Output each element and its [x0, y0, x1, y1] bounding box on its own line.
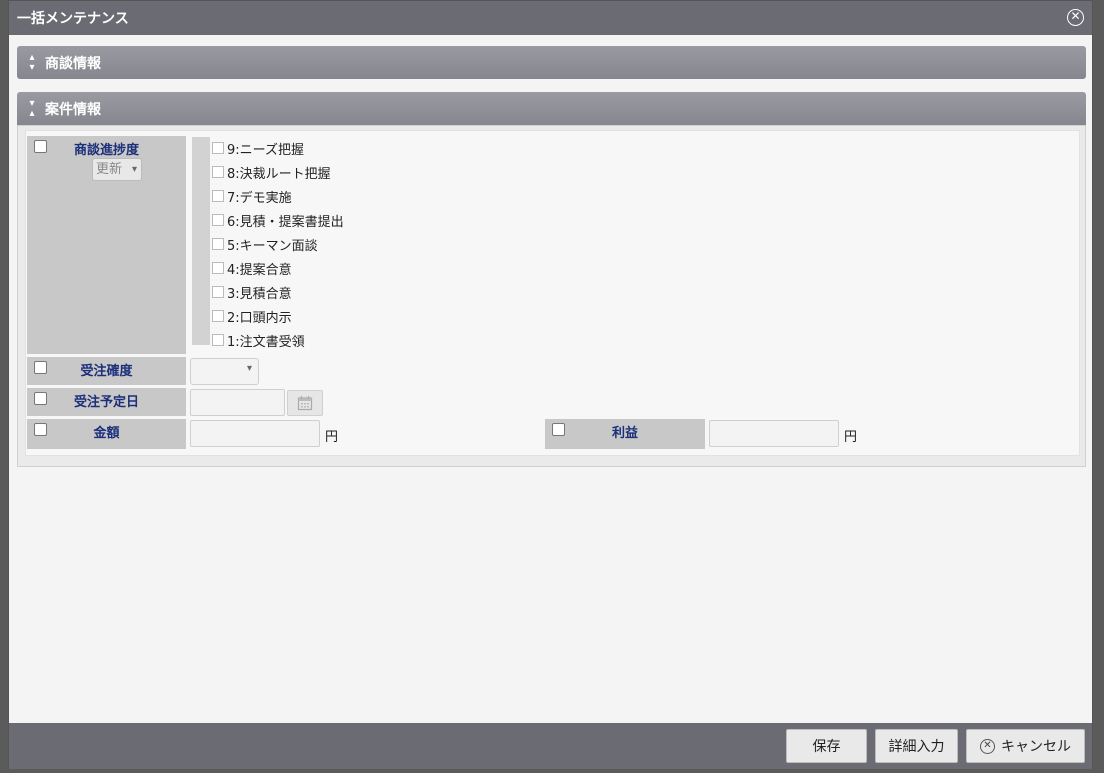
section-case-header[interactable]: ▾ ▴ 案件情報 [17, 92, 1086, 125]
stage-checkbox[interactable] [212, 166, 224, 178]
bulk-maintenance-dialog: 一括メンテナンス ✕ ▴▾ 商談情報 ▾▴ 案件情報 商談進捗度 更新 ▾ [8, 0, 1093, 769]
stage-item[interactable]: 2:口頭内示 [212, 307, 292, 326]
stage-item[interactable]: 1:注文書受領 [212, 331, 305, 350]
stage-label: 8:決裁ルート把握 [227, 166, 331, 182]
chevron-down-icon: ▾ [246, 363, 252, 374]
profit-label: 利益 [611, 426, 638, 441]
stage-item[interactable]: 3:見積合意 [212, 283, 292, 302]
stage-checkbox[interactable] [212, 334, 224, 346]
section-case-label: 案件情報 [45, 101, 101, 118]
amount-label: 金額 [93, 426, 120, 441]
dialog-titlebar: 一括メンテナンス ✕ [9, 1, 1092, 35]
dialog-title: 一括メンテナンス [17, 11, 129, 27]
stage-checkbox[interactable] [212, 286, 224, 298]
cancel-circle-icon: ✕ [980, 738, 995, 754]
stage-label: 7:デモ実施 [227, 190, 292, 206]
order-date-label-cell: 受注予定日 [27, 388, 186, 416]
cancel-button[interactable]: ✕ キャンセル [966, 729, 1085, 763]
profit-unit: 円 [844, 430, 858, 445]
progress-label: 商談進捗度 [73, 143, 139, 158]
amount-input[interactable] [190, 420, 320, 447]
stage-item[interactable]: 4:提案合意 [212, 259, 292, 278]
stage-progress-arrow [192, 137, 210, 355]
stage-label: 1:注文書受領 [227, 334, 305, 350]
collapse-icon: ▾ ▴ [29, 97, 35, 119]
stage-checkbox[interactable] [212, 190, 224, 202]
order-date-label: 受注予定日 [73, 395, 139, 410]
stage-item[interactable]: 6:見積・提案書提出 [212, 211, 344, 230]
progress-mode-select[interactable]: 更新 ▾ [92, 158, 142, 181]
dialog-footer: 保存 詳細入力 ✕ キャンセル [9, 723, 1092, 769]
order-confidence-select[interactable]: ▾ [190, 358, 259, 385]
stage-item[interactable]: 9:ニーズ把握 [212, 139, 305, 158]
save-button-label: 保存 [812, 739, 841, 755]
case-form: 商談進捗度 更新 ▾ 9:ニーズ把握 8:決裁ルート把握 7:デモ実施 6:見積… [25, 130, 1080, 456]
stage-checkbox[interactable] [212, 262, 224, 274]
order-date-input[interactable] [190, 389, 285, 416]
save-button[interactable]: 保存 [786, 729, 867, 763]
close-icon[interactable]: ✕ [1067, 9, 1084, 26]
amount-unit: 円 [325, 430, 339, 445]
profit-input[interactable] [709, 420, 839, 447]
progress-mode-value: 更新 [96, 162, 123, 177]
section-case-panel: 商談進捗度 更新 ▾ 9:ニーズ把握 8:決裁ルート把握 7:デモ実施 6:見積… [17, 125, 1086, 467]
section-negotiation-header[interactable]: ▴ ▾ 商談情報 [17, 46, 1086, 79]
stage-item[interactable]: 5:キーマン面談 [212, 235, 318, 254]
progress-label-cell: 商談進捗度 更新 ▾ [27, 136, 186, 354]
calendar-button[interactable] [287, 390, 323, 416]
profit-label-cell: 利益 [545, 419, 705, 449]
chevron-down-icon: ▾ [131, 164, 137, 175]
cancel-button-label: キャンセル [1001, 739, 1071, 755]
stage-label: 3:見積合意 [227, 286, 292, 302]
amount-label-cell: 金額 [27, 419, 186, 449]
stage-item[interactable]: 7:デモ実施 [212, 187, 292, 206]
order-confidence-label: 受注確度 [80, 364, 133, 379]
stage-label: 4:提案合意 [227, 262, 292, 278]
stage-label: 2:口頭内示 [227, 310, 292, 326]
stage-checkbox[interactable] [212, 238, 224, 250]
calendar-icon [297, 396, 313, 411]
stage-checkbox[interactable] [212, 310, 224, 322]
stage-checkbox[interactable] [212, 214, 224, 226]
detail-input-button[interactable]: 詳細入力 [875, 729, 958, 763]
detail-input-button-label: 詳細入力 [888, 739, 945, 755]
stage-label: 6:見積・提案書提出 [227, 214, 344, 230]
stage-item[interactable]: 8:決裁ルート把握 [212, 163, 331, 182]
order-confidence-label-cell: 受注確度 [27, 357, 186, 385]
stage-label: 9:ニーズ把握 [227, 142, 305, 158]
expand-icon: ▴ ▾ [29, 51, 35, 73]
stage-label: 5:キーマン面談 [227, 238, 318, 254]
section-negotiation-label: 商談情報 [45, 55, 101, 72]
stage-arrow-bar [192, 137, 210, 345]
stage-checkbox[interactable] [212, 142, 224, 154]
